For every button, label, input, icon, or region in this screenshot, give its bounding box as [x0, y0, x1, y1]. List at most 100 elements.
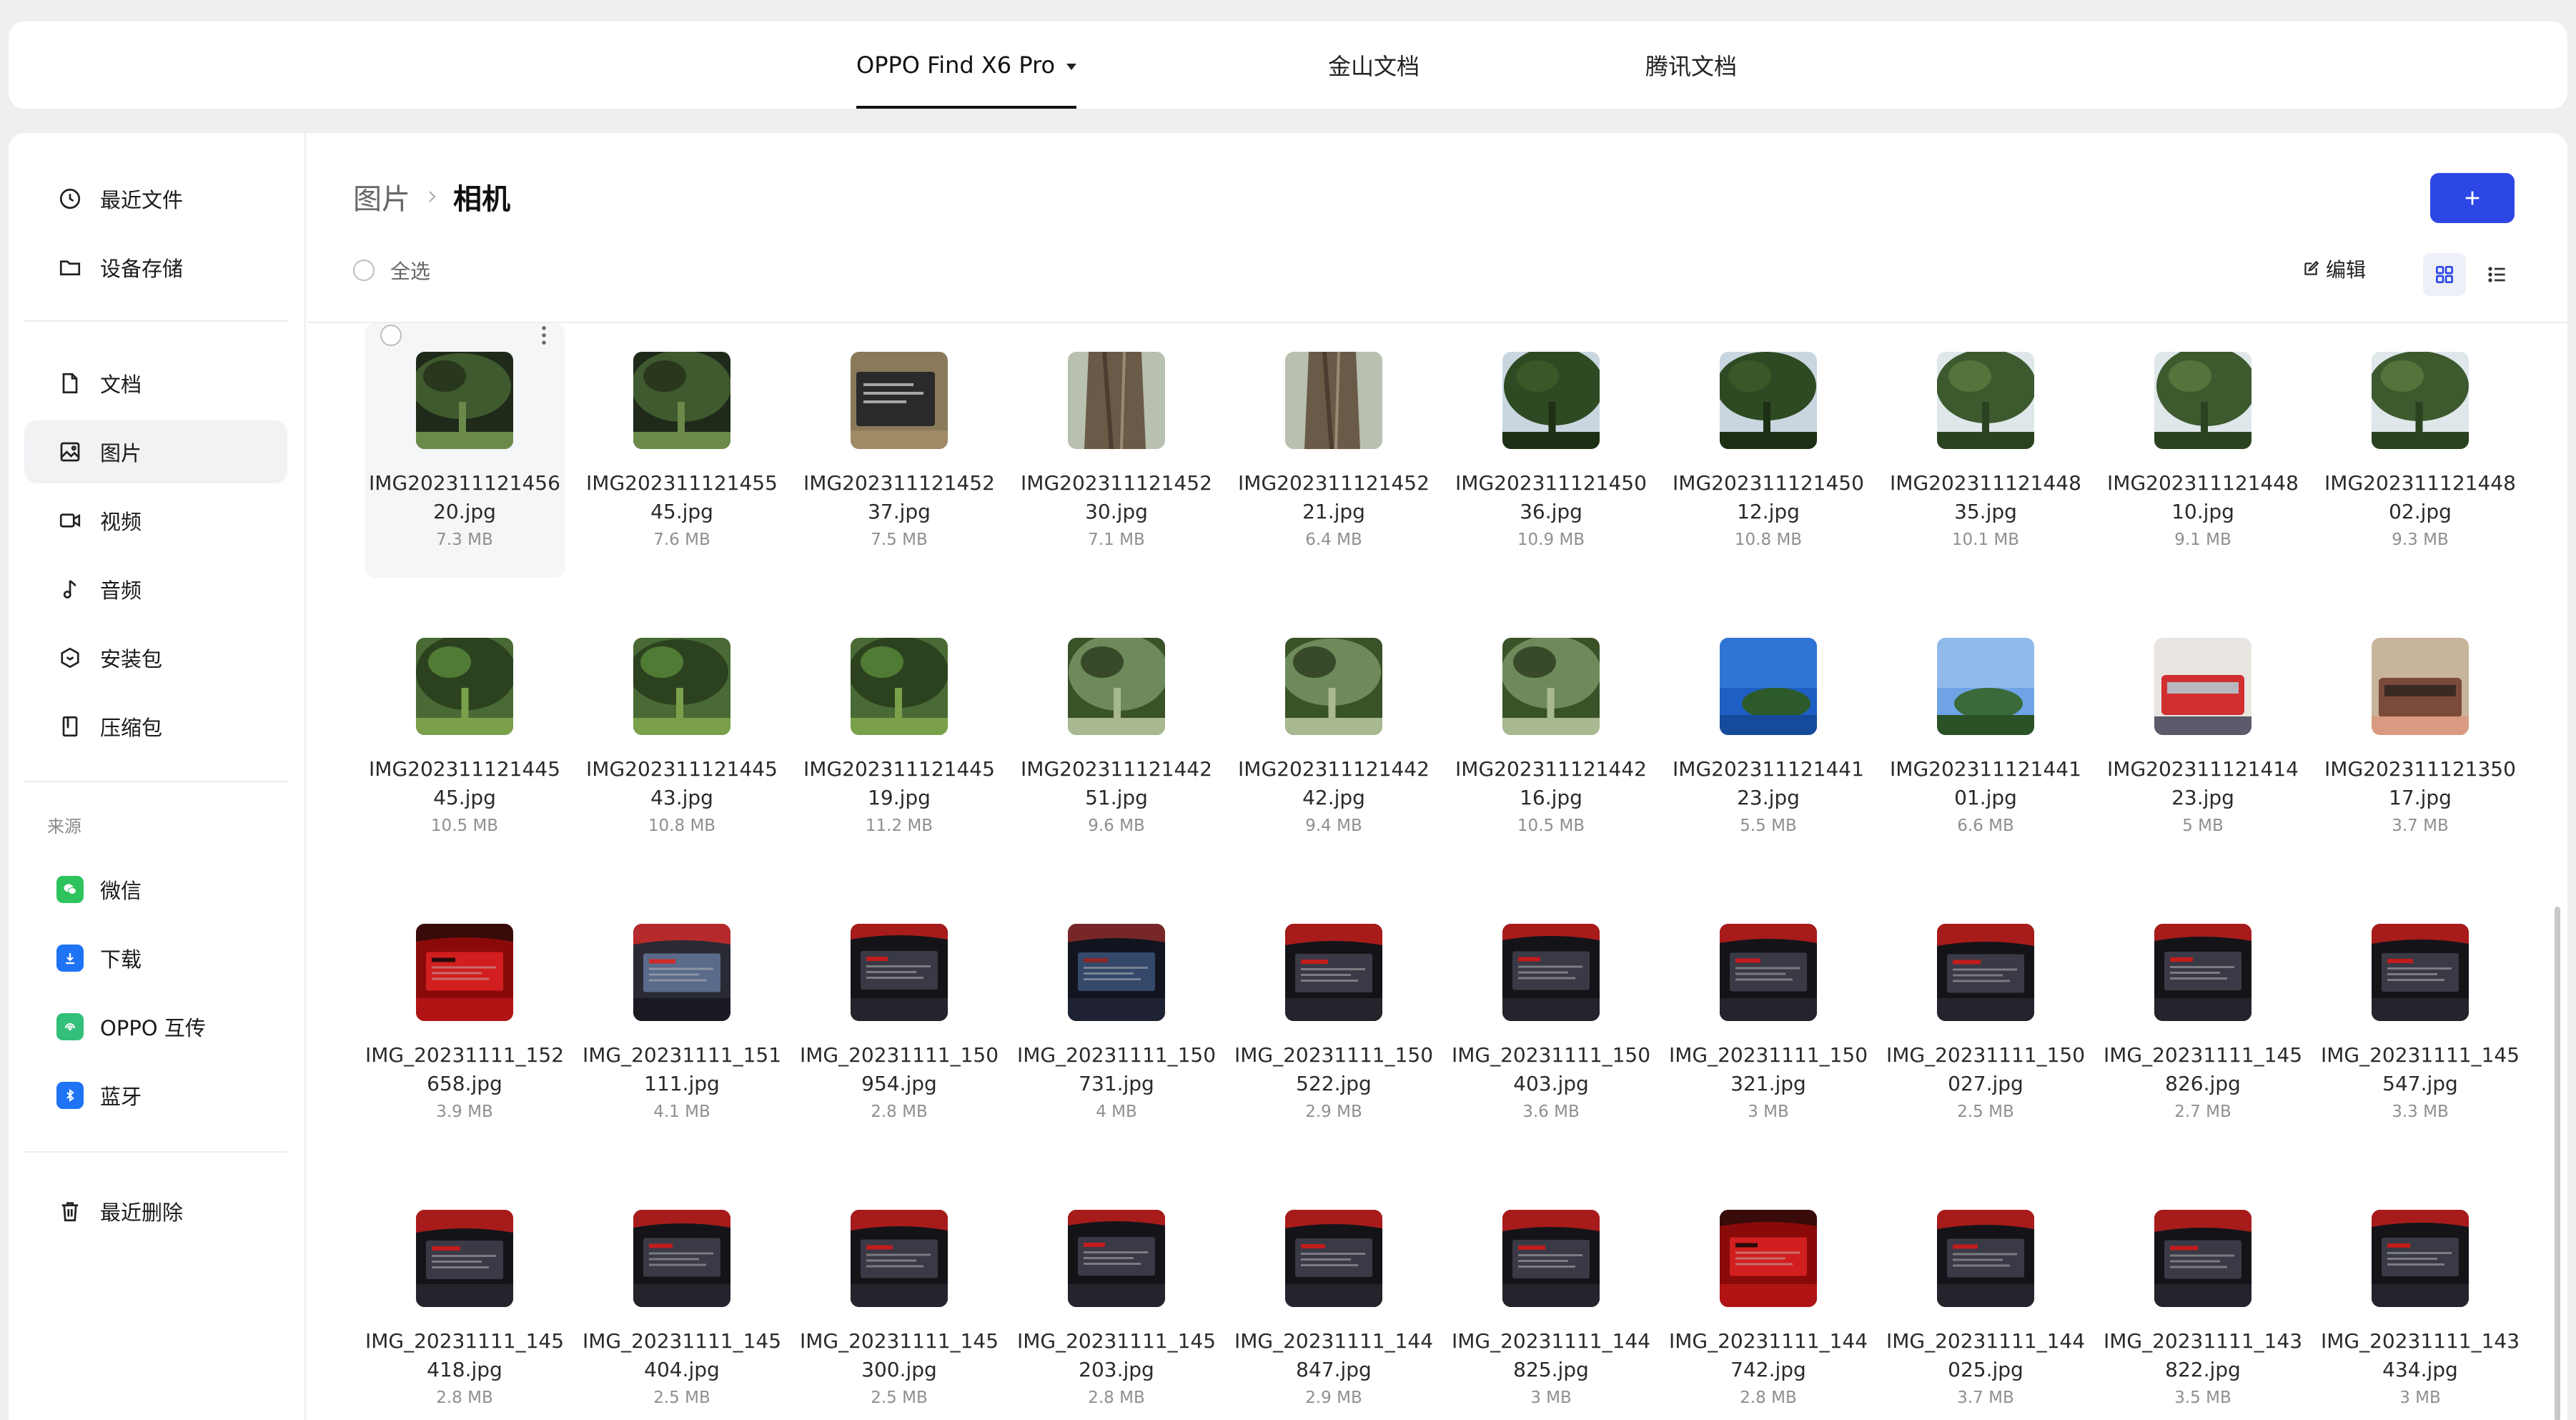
file-tile[interactable]: IMG_20231111_145 547.jpg 3.3 MB — [2320, 895, 2520, 1150]
file-size: 3 MB — [1748, 1103, 1789, 1121]
file-name-line2: 19.jpg — [868, 786, 931, 809]
file-name: IMG202311121350 17.jpg — [2320, 755, 2520, 812]
select-all-toggle[interactable]: 全选 — [353, 256, 430, 285]
file-tile[interactable]: IMG_20231111_144 825.jpg 3 MB — [1451, 1181, 1651, 1420]
breadcrumb-parent[interactable]: 图片 — [353, 176, 410, 217]
image-thumbnail — [633, 1210, 730, 1307]
file-size: 6.4 MB — [1305, 531, 1362, 549]
file-name-line1: IMG_20231111_144 — [1886, 1329, 2086, 1353]
file-tile[interactable]: IMG202311121452 30.jpg 7.1 MB — [1016, 323, 1217, 578]
file-tile[interactable]: IMG_20231111_151 111.jpg 4.1 MB — [582, 895, 782, 1150]
list-view-button[interactable] — [2476, 253, 2519, 296]
tile-select-radio[interactable] — [380, 325, 402, 346]
file-size: 11.2 MB — [865, 817, 933, 835]
file-tile[interactable]: IMG_20231111_145 203.jpg 2.8 MB — [1016, 1181, 1217, 1420]
image-thumbnail — [1720, 352, 1817, 449]
file-name: IMG202311121414 23.jpg — [2103, 755, 2303, 812]
tab-tencent-docs[interactable]: 腾讯文档 — [1645, 21, 1737, 109]
file-name-line2: 21.jpg — [1302, 500, 1365, 523]
file-tile[interactable]: IMG202311121414 23.jpg 5 MB — [2103, 609, 2303, 864]
file-tile[interactable]: IMG_20231111_150 027.jpg 2.5 MB — [1886, 895, 2086, 1150]
file-tile[interactable]: IMG202311121455 45.jpg 7.6 MB — [582, 323, 782, 578]
sidebar-item-wechat[interactable]: 微信 — [24, 858, 287, 921]
sidebar-item-packages[interactable]: 安装包 — [24, 626, 287, 689]
file-tile[interactable]: IMG202311121452 37.jpg 7.5 MB — [799, 323, 999, 578]
file-tile[interactable]: IMG202311121448 35.jpg 10.1 MB — [1886, 323, 2086, 578]
file-tile[interactable]: IMG202311121442 51.jpg 9.6 MB — [1016, 609, 1217, 864]
file-tile[interactable]: IMG_20231111_144 025.jpg 3.7 MB — [1886, 1181, 2086, 1420]
sidebar-item-recently-deleted[interactable]: 最近删除 — [24, 1180, 287, 1243]
image-thumbnail — [2154, 924, 2251, 1021]
file-tile[interactable]: IMG_20231111_145 826.jpg 2.7 MB — [2103, 895, 2303, 1150]
file-tile[interactable]: IMG_20231111_150 321.jpg 3 MB — [1668, 895, 1868, 1150]
file-tile[interactable]: IMG202311121441 23.jpg 5.5 MB — [1668, 609, 1868, 864]
file-tile[interactable]: IMG_20231111_145 404.jpg 2.5 MB — [582, 1181, 782, 1420]
sidebar-item-downloads[interactable]: 下载 — [24, 927, 287, 990]
sidebar-item-videos[interactable]: 视频 — [24, 489, 287, 552]
file-tile[interactable]: IMG202311121350 17.jpg 3.7 MB — [2320, 609, 2520, 864]
file-tile[interactable]: IMG202311121445 43.jpg 10.8 MB — [582, 609, 782, 864]
file-tile[interactable]: IMG_20231111_144 742.jpg 2.8 MB — [1668, 1181, 1868, 1420]
file-size: 6.6 MB — [1957, 817, 2014, 835]
file-name-line1: IMG202311121445 — [803, 757, 995, 781]
file-name: IMG202311121452 30.jpg — [1016, 469, 1217, 526]
file-tile[interactable]: IMG202311121442 16.jpg 10.5 MB — [1451, 609, 1651, 864]
tab-oppo-find-x6-pro[interactable]: OPPO Find X6 Pro — [856, 21, 1077, 109]
trash-icon — [56, 1197, 84, 1226]
more-options-icon[interactable] — [535, 323, 553, 347]
file-name-line1: IMG_20231111_150 — [1668, 1043, 1868, 1067]
file-tile[interactable]: IMG202311121441 01.jpg 6.6 MB — [1886, 609, 2086, 864]
file-name: IMG_20231111_145 404.jpg — [582, 1327, 782, 1384]
tab-kingsoft-docs[interactable]: 金山文档 — [1328, 21, 1420, 109]
grid-view-button[interactable] — [2423, 253, 2466, 296]
file-tile[interactable]: IMG_20231111_150 403.jpg 3.6 MB — [1451, 895, 1651, 1150]
file-name-line2: 35.jpg — [1954, 500, 2017, 523]
image-thumbnail — [1502, 638, 1600, 735]
file-tile[interactable]: IMG_20231111_150 522.jpg 2.9 MB — [1234, 895, 1434, 1150]
vertical-scrollbar[interactable] — [2555, 907, 2560, 1420]
file-tile[interactable]: IMG_20231111_145 300.jpg 2.5 MB — [799, 1181, 999, 1420]
file-tile[interactable]: IMG_20231111_152 658.jpg 3.9 MB — [365, 895, 565, 1150]
file-tile[interactable]: IMG202311121442 42.jpg 9.4 MB — [1234, 609, 1434, 864]
file-tile[interactable]: IMG_20231111_143 822.jpg 3.5 MB — [2103, 1181, 2303, 1420]
edit-button[interactable]: 编辑 — [2302, 255, 2366, 283]
sidebar-item-images[interactable]: 图片 — [24, 420, 287, 483]
file-tile[interactable]: IMG202311121456 20.jpg 7.3 MB — [365, 323, 565, 578]
sidebar-item-recent[interactable]: 最近文件 — [24, 167, 287, 230]
file-tile[interactable]: IMG_20231111_145 418.jpg 2.8 MB — [365, 1181, 565, 1420]
sidebar-item-bluetooth[interactable]: 蓝牙 — [24, 1064, 287, 1127]
file-tile[interactable]: IMG_20231111_144 847.jpg 2.9 MB — [1234, 1181, 1434, 1420]
image-thumbnail — [1937, 352, 2034, 449]
file-tile[interactable]: IMG_20231111_150 731.jpg 4 MB — [1016, 895, 1217, 1150]
sidebar-item-audio[interactable]: 音频 — [24, 558, 287, 621]
file-size: 3.7 MB — [1957, 1389, 2014, 1407]
image-icon — [56, 438, 84, 466]
file-tile[interactable]: IMG202311121450 12.jpg 10.8 MB — [1668, 323, 1868, 578]
sidebar-item-device-storage[interactable]: 设备存储 — [24, 236, 287, 299]
add-button[interactable] — [2430, 173, 2515, 223]
sidebar-item-archives[interactable]: 压缩包 — [24, 695, 287, 758]
sidebar-item-label: 最近删除 — [100, 1200, 184, 1225]
wechat-icon-badge — [56, 876, 84, 903]
file-tile[interactable]: IMG202311121445 45.jpg 10.5 MB — [365, 609, 565, 864]
select-all-radio[interactable] — [353, 260, 375, 281]
folder-icon — [56, 253, 84, 282]
file-name: IMG202311121456 20.jpg — [365, 469, 565, 526]
file-tile[interactable]: IMG202311121450 36.jpg 10.9 MB — [1451, 323, 1651, 578]
image-thumbnail — [1502, 352, 1600, 449]
image-thumbnail — [1285, 924, 1382, 1021]
file-tile[interactable]: IMG_20231111_150 954.jpg 2.8 MB — [799, 895, 999, 1150]
sidebar-item-documents[interactable]: 文档 — [24, 352, 287, 415]
image-thumbnail — [1720, 638, 1817, 735]
file-name-line2: 826.jpg — [2165, 1072, 2241, 1095]
file-tile[interactable]: IMG_20231111_143 434.jpg 3 MB — [2320, 1181, 2520, 1420]
file-tile[interactable]: IMG202311121448 10.jpg 9.1 MB — [2103, 323, 2303, 578]
breadcrumb: 图片 相机 — [353, 176, 510, 217]
file-tile[interactable]: IMG202311121452 21.jpg 6.4 MB — [1234, 323, 1434, 578]
image-thumbnail — [1068, 924, 1165, 1021]
file-tile[interactable]: IMG202311121448 02.jpg 9.3 MB — [2320, 323, 2520, 578]
sidebar-item-oppo-share[interactable]: OPPO 互传 — [24, 995, 287, 1058]
file-name-line1: IMG202311121452 — [803, 471, 995, 495]
file-tile[interactable]: IMG202311121445 19.jpg 11.2 MB — [799, 609, 999, 864]
plus-icon — [2465, 191, 2480, 205]
